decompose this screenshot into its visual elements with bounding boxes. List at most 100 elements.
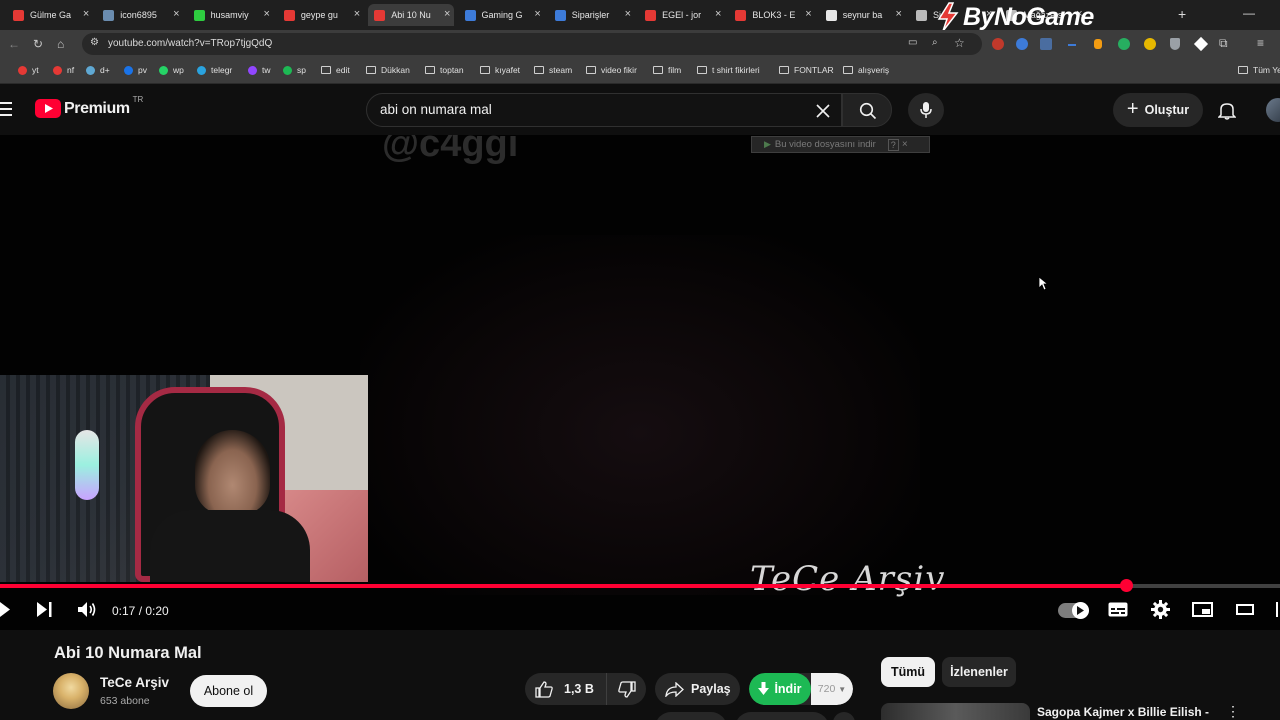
next-video-icon[interactable] <box>36 601 53 618</box>
channel-name[interactable]: TeCe Arşiv <box>100 675 169 690</box>
extension-icon[interactable] <box>992 38 1004 50</box>
browser-tab[interactable]: geype gu × <box>278 4 364 26</box>
tab-close-icon[interactable]: × <box>896 8 902 20</box>
bookmark-item[interactable]: tw <box>248 65 271 75</box>
extensions-puzzle-icon[interactable]: ⧉ <box>1219 36 1228 51</box>
browser-tab[interactable]: Siparişler × <box>549 4 635 26</box>
fullscreen-icon[interactable] <box>1276 602 1280 617</box>
progress-bar[interactable] <box>0 579 1280 592</box>
bookmark-folder[interactable]: alışveriş <box>843 65 889 75</box>
like-button[interactable]: 1,3 B <box>525 673 607 705</box>
download-quality-select[interactable]: 720 ▼ <box>811 673 853 705</box>
bookmark-item[interactable]: yt <box>18 65 39 75</box>
bookmark-folder[interactable]: video fikir <box>586 65 637 75</box>
bookmark-folder[interactable]: kıyafet <box>480 65 520 75</box>
menu-icon[interactable]: ≡ <box>1257 36 1264 50</box>
save-button[interactable] <box>735 712 829 720</box>
tab-close-icon[interactable]: × <box>173 8 179 20</box>
notifications-bell-icon[interactable] <box>1218 101 1236 120</box>
download-bar-help[interactable]: ? <box>887 138 899 151</box>
bookmark-folder[interactable]: film <box>653 65 681 75</box>
browser-tab[interactable]: Abi 10 Nu × <box>368 4 455 26</box>
dislike-button[interactable] <box>607 673 646 705</box>
reload-icon[interactable]: ↻ <box>33 37 43 51</box>
hamburger-menu-icon[interactable] <box>0 102 12 116</box>
theater-mode-icon[interactable] <box>1236 604 1254 615</box>
extension-icon[interactable] <box>1144 38 1156 50</box>
extension-icon[interactable] <box>1094 39 1102 49</box>
extension-icon[interactable] <box>1170 38 1180 50</box>
site-info-icon[interactable]: ⚙ <box>90 37 99 48</box>
miniplayer-icon[interactable] <box>1192 602 1213 617</box>
bookmark-item[interactable]: sp <box>283 65 306 75</box>
minimize-button[interactable]: — <box>1243 6 1255 20</box>
play-icon[interactable] <box>0 601 11 618</box>
bookmark-folder[interactable]: steam <box>534 65 572 75</box>
settings-gear-icon[interactable] <box>1151 600 1170 619</box>
share-button[interactable]: Paylaş <box>655 673 740 705</box>
home-icon[interactable]: ⌂ <box>57 37 64 51</box>
bookmark-folder[interactable]: edit <box>321 65 350 75</box>
extension-icon[interactable] <box>1068 44 1076 46</box>
bookmark-item[interactable]: pv <box>124 65 147 75</box>
volume-icon[interactable] <box>77 601 96 618</box>
bookmark-item[interactable]: wp <box>159 65 184 75</box>
bookmark-item[interactable]: telegr <box>197 65 232 75</box>
recommendation-thumbnail[interactable] <box>881 703 1030 720</box>
chip-all[interactable]: Tümü <box>881 657 935 687</box>
download-bar-close-icon[interactable]: × <box>902 139 908 150</box>
bookmark-folder[interactable]: Dükkan <box>366 65 410 75</box>
download-video-bar[interactable]: ▶ Bu video dosyasını indir ? × <box>751 136 930 153</box>
bookmark-item[interactable]: d+ <box>86 65 110 75</box>
video-player[interactable]: @c4ggi ▶ Bu video dosyasını indir ? × Te… <box>0 135 1280 630</box>
download-button[interactable]: İndir <box>749 673 811 705</box>
recommendation-title[interactable]: Sagopa Kajmer x Billie Eilish - <box>1037 705 1209 719</box>
tab-close-icon[interactable]: × <box>715 8 721 20</box>
more-button[interactable] <box>833 712 855 720</box>
tab-close-icon[interactable]: × <box>534 8 540 20</box>
autoplay-toggle[interactable] <box>1058 602 1089 619</box>
tab-close-icon[interactable]: × <box>444 8 450 20</box>
clear-search-icon[interactable] <box>815 103 831 119</box>
bookmark-item[interactable]: nf <box>53 65 74 75</box>
create-button[interactable]: + Oluştur <box>1113 93 1203 127</box>
extension-icon[interactable] <box>1118 38 1130 50</box>
new-tab-button[interactable]: + <box>1178 6 1186 22</box>
bookmark-folder[interactable]: toptan <box>425 65 464 75</box>
tab-close-icon[interactable]: × <box>805 8 811 20</box>
tab-close-icon[interactable]: × <box>354 8 360 20</box>
youtube-logo[interactable]: Premium TR <box>35 95 143 118</box>
extension-icon[interactable] <box>1016 38 1028 50</box>
bookmark-folder[interactable]: FONTLAR <box>779 65 834 75</box>
channel-avatar[interactable] <box>53 673 89 709</box>
clip-button[interactable] <box>655 712 727 720</box>
bookmark-folder[interactable]: t shirt fikirleri <box>697 65 760 75</box>
subtitles-icon[interactable] <box>1108 602 1128 617</box>
extension-icon[interactable] <box>1040 38 1052 50</box>
voice-search-button[interactable] <box>908 93 944 127</box>
browser-tab[interactable]: Gaming G × <box>459 4 545 26</box>
browser-tab[interactable]: husamviy × <box>188 4 274 26</box>
zoom-icon[interactable]: ⌕ <box>932 37 938 48</box>
search-button[interactable] <box>842 93 892 127</box>
browser-tab[interactable]: seynur ba × <box>820 4 906 26</box>
browser-tab[interactable]: Gülme Ga × <box>7 4 93 26</box>
tab-close-icon[interactable]: × <box>83 8 89 20</box>
avatar[interactable] <box>1266 98 1280 122</box>
browser-tab[interactable]: BLOK3 - E × <box>729 4 815 26</box>
search-input[interactable]: abi on numara mal <box>366 93 842 127</box>
subscribe-button[interactable]: Abone ol <box>190 675 267 707</box>
chip-watched[interactable]: İzlenenler <box>942 657 1016 687</box>
bookmark-star-icon[interactable]: ☆ <box>954 36 965 50</box>
extension-icon[interactable] <box>1193 36 1209 52</box>
browser-tab[interactable]: EGEl - jor × <box>639 4 725 26</box>
tab-close-icon[interactable]: × <box>263 8 269 20</box>
recommendation-more-icon[interactable]: ⋮ <box>1226 703 1240 720</box>
back-icon[interactable]: ← <box>8 37 20 51</box>
browser-tab[interactable]: icon6895 × <box>97 4 183 26</box>
install-app-icon[interactable]: ▭ <box>908 37 917 48</box>
tab-close-icon[interactable]: × <box>625 8 631 20</box>
address-bar[interactable]: ⚙ youtube.com/watch?v=TRop7tjgQdQ ▭ ⌕ ☆ <box>82 33 982 55</box>
streamer-head <box>195 430 270 515</box>
all-bookmarks[interactable]: Tüm Ye <box>1238 65 1280 75</box>
